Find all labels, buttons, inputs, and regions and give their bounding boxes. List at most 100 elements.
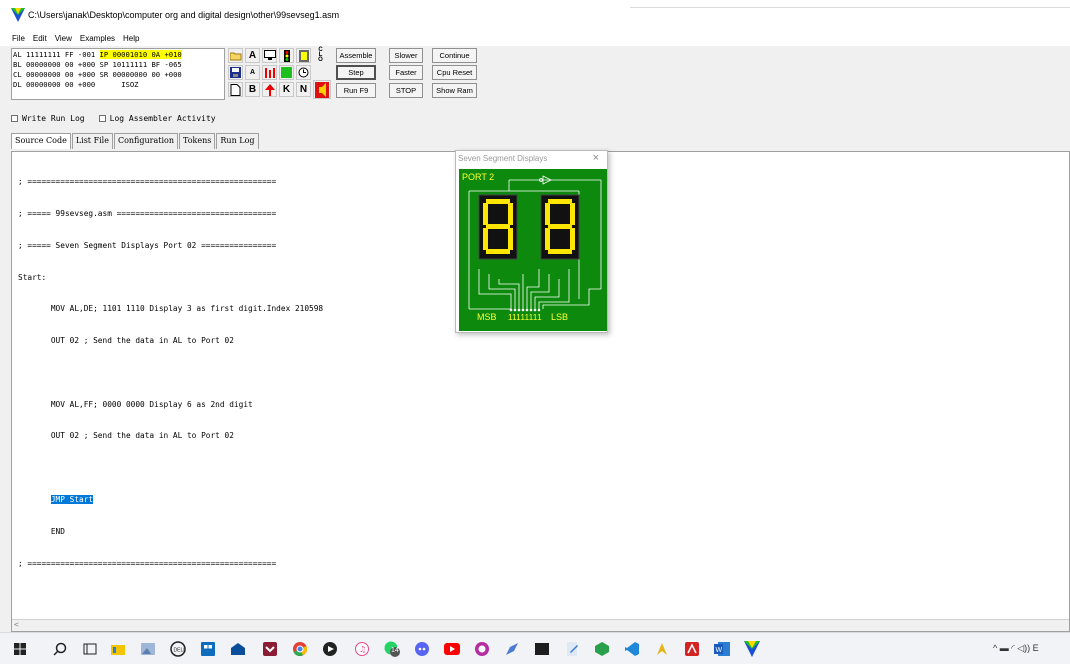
pocket-icon[interactable] xyxy=(262,641,278,657)
log-assembler-label: Log Assembler Activity xyxy=(109,114,216,123)
itunes-icon[interactable]: ♫ xyxy=(354,641,370,657)
code-line: OUT 02 ; Send the data in AL to Port 02 xyxy=(18,431,234,441)
cpu-reset-button[interactable]: Cpu Reset xyxy=(432,65,477,80)
acrobat-icon[interactable] xyxy=(684,641,700,657)
word-icon[interactable]: W xyxy=(714,641,730,657)
register-row-3: CL 00000000 00 +000 SR 00000000 00 +000 xyxy=(13,70,182,79)
clo-icon[interactable]: C L O xyxy=(313,47,328,63)
faster-button[interactable]: Faster xyxy=(389,65,423,80)
register-row-2: BL 00000000 00 +000 SP 10111111 BF -065 xyxy=(13,60,182,69)
whatsapp-badge: 14 xyxy=(391,647,399,654)
register-dl: DL 00000000 00 +000 xyxy=(13,80,96,89)
seven-segment-window: Seven Segment Displays × PORT 2 MSB 1111… xyxy=(455,150,608,333)
simulator-icon[interactable] xyxy=(744,641,760,657)
code-line: ; ===== Seven Segment Displays Port 02 =… xyxy=(18,240,277,250)
menu-view[interactable]: View xyxy=(55,34,72,43)
photos-icon[interactable] xyxy=(140,641,156,657)
display-b-button[interactable]: B xyxy=(245,82,260,97)
numeric-n-button[interactable]: N xyxy=(296,82,311,97)
python-icon[interactable] xyxy=(654,641,670,657)
mail-icon[interactable] xyxy=(230,641,246,657)
vscode-icon[interactable] xyxy=(624,641,640,657)
chrome-icon[interactable] xyxy=(292,641,308,657)
tab-run-log[interactable]: Run Log xyxy=(216,133,259,149)
speaker-icon[interactable] xyxy=(313,80,331,99)
new-file-icon[interactable] xyxy=(228,82,243,97)
svg-text:DELL: DELL xyxy=(174,648,187,654)
store-icon[interactable] xyxy=(200,641,216,657)
open-folder-icon[interactable] xyxy=(228,48,243,63)
notepad-icon[interactable] xyxy=(564,641,580,657)
tab-list-file[interactable]: List File xyxy=(71,133,113,149)
save-icon[interactable] xyxy=(228,65,243,80)
register-ip: IP 00001010 0A +010 xyxy=(99,50,182,59)
traffic-light-icon[interactable] xyxy=(279,48,294,63)
heater-icon[interactable] xyxy=(262,65,277,80)
task-view-icon[interactable] xyxy=(82,641,98,657)
ssd-window-title: Seven Segment Displays xyxy=(458,154,548,163)
svg-text:♫: ♫ xyxy=(359,645,366,654)
keyboard-k-label: K xyxy=(282,84,291,95)
tab-source-code[interactable]: Source Code xyxy=(11,133,71,149)
cube-icon[interactable] xyxy=(594,641,610,657)
menu-file[interactable]: File xyxy=(12,34,25,43)
terminal-icon[interactable] xyxy=(534,641,550,657)
write-run-log-option[interactable]: Write Run Log xyxy=(11,114,85,123)
snake-icon[interactable] xyxy=(262,82,277,97)
window-title: C:\Users\janak\Desktop\computer org and … xyxy=(28,10,340,20)
register-row-1: AL 11111111 FF -001 IP 00001010 0A +010 xyxy=(13,50,182,60)
close-icon[interactable]: × xyxy=(593,152,599,164)
svg-text:W: W xyxy=(716,647,723,654)
horizontal-scrollbar[interactable]: < xyxy=(12,619,1069,631)
display-b-label: B xyxy=(248,84,257,95)
msb-label: MSB xyxy=(477,312,497,322)
continue-button[interactable]: Continue xyxy=(432,48,477,63)
port-bits-value: 11111111 xyxy=(508,313,542,322)
code-line: JMP Start xyxy=(18,495,323,506)
menu-edit[interactable]: Edit xyxy=(33,34,47,43)
search-icon[interactable] xyxy=(52,641,68,657)
keypad-icon[interactable] xyxy=(296,48,311,63)
paint-icon[interactable] xyxy=(504,641,520,657)
menu-help[interactable]: Help xyxy=(123,34,139,43)
whatsapp-icon[interactable]: 14 xyxy=(384,641,400,657)
menu-examples[interactable]: Examples xyxy=(80,34,115,43)
display-a-small-label: A xyxy=(249,69,256,76)
green-square-icon[interactable] xyxy=(279,65,294,80)
scroll-left-arrow[interactable]: < xyxy=(14,620,19,629)
numeric-n-label: N xyxy=(299,84,308,95)
code-text[interactable]: ; ======================================… xyxy=(18,156,323,590)
log-assembler-checkbox[interactable] xyxy=(98,115,106,122)
assemble-button[interactable]: Assemble xyxy=(336,48,376,63)
ssd-circuit xyxy=(468,175,602,312)
media-icon[interactable] xyxy=(322,641,338,657)
keyboard-k-button[interactable]: K xyxy=(279,82,294,97)
register-row-4: DL 00000000 00 +000 ISOZ xyxy=(13,80,139,90)
youtube-icon[interactable] xyxy=(444,641,460,657)
clo-letter-o: O xyxy=(318,57,323,63)
status-flags: ISOZ xyxy=(121,80,139,89)
monitor-icon[interactable] xyxy=(262,48,277,63)
tab-configuration[interactable]: Configuration xyxy=(113,133,179,149)
code-line: END xyxy=(18,526,65,536)
step-button[interactable]: Step xyxy=(336,65,376,80)
github-icon[interactable] xyxy=(474,641,490,657)
file-explorer-icon[interactable] xyxy=(110,641,126,657)
write-run-log-checkbox[interactable] xyxy=(11,115,18,122)
discord-icon[interactable] xyxy=(414,641,430,657)
clock-icon[interactable] xyxy=(296,65,311,80)
display-a-small-button[interactable]: A xyxy=(245,65,260,80)
editor-tabs: Source Code List File Configuration Toke… xyxy=(11,133,260,149)
windows-start-icon[interactable] xyxy=(12,641,28,657)
system-tray[interactable]: ^ ▬ ◜ ◁)) E xyxy=(993,643,1039,654)
display-a-button[interactable]: A xyxy=(245,48,260,63)
stop-button[interactable]: STOP xyxy=(389,83,423,98)
show-ram-button[interactable]: Show Ram xyxy=(432,83,477,98)
run-button[interactable]: Run F9 xyxy=(336,83,376,98)
peripheral-toolbar: A C L O A B K N xyxy=(228,47,338,100)
dell-icon[interactable]: DELL xyxy=(170,641,186,657)
log-assembler-option[interactable]: Log Assembler Activity xyxy=(98,114,216,123)
tab-tokens[interactable]: Tokens xyxy=(179,133,216,149)
slower-button[interactable]: Slower xyxy=(389,48,423,63)
